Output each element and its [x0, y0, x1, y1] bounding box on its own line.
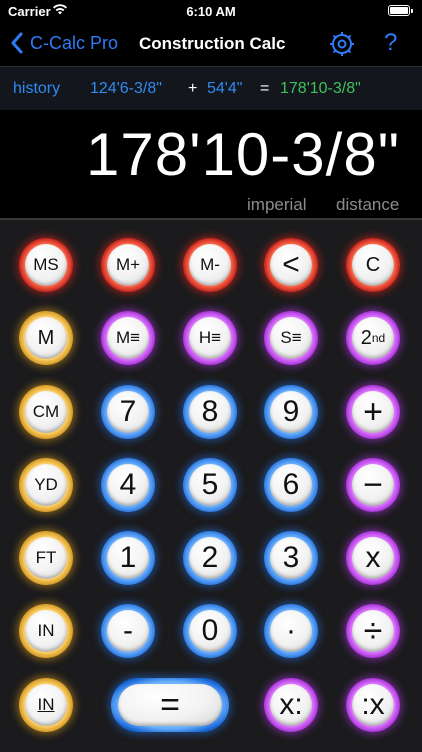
status-bar: Carrier 6:10 AM: [0, 0, 422, 24]
inch-unit-button[interactable]: IN: [19, 604, 73, 658]
history-operand-2: 54'4": [207, 80, 243, 97]
nav-bar: C-Calc Pro Construction Calc ?: [0, 24, 422, 64]
dot-button[interactable]: ·: [264, 604, 318, 658]
yard-unit-button[interactable]: YD: [19, 458, 73, 512]
page-title: Construction Calc: [139, 34, 286, 53]
history-result: 178'10-3/8": [280, 80, 361, 97]
keypad: MS M+ M- < C M M≡ H≡ S≡ 2nd CM 7 8 9 + Y…: [0, 218, 422, 752]
foot-unit-button[interactable]: FT: [19, 531, 73, 585]
equals-button[interactable]: =: [111, 678, 229, 732]
unit-system-label: imperial: [247, 195, 307, 214]
history-list-button[interactable]: H≡: [183, 311, 237, 365]
memory-add-button[interactable]: M+: [101, 238, 155, 292]
battery-icon: [388, 5, 413, 16]
multiply-button[interactable]: x: [346, 531, 400, 585]
digit-1-button[interactable]: 1: [101, 531, 155, 585]
back-button[interactable]: C-Calc Pro: [10, 32, 118, 54]
digit-9-button[interactable]: 9: [264, 385, 318, 439]
mode-label: distance: [336, 195, 400, 214]
ratio-colon-x-button[interactable]: :x: [346, 678, 400, 732]
divide-button[interactable]: ÷: [346, 604, 400, 658]
digit-6-button[interactable]: 6: [264, 458, 318, 512]
ratio-x-colon-button[interactable]: x:: [264, 678, 318, 732]
backspace-button[interactable]: <: [264, 238, 318, 292]
gear-icon[interactable]: [328, 30, 356, 58]
memory-store-button[interactable]: MS: [19, 238, 73, 292]
back-button-label: C-Calc Pro: [30, 32, 119, 53]
digit-4-button[interactable]: 4: [101, 458, 155, 512]
add-button[interactable]: +: [346, 385, 400, 439]
digit-2-button[interactable]: 2: [183, 531, 237, 585]
display-value: 178'10-3/8": [86, 121, 400, 188]
digit-7-button[interactable]: 7: [101, 385, 155, 439]
history-button[interactable]: history: [13, 80, 60, 98]
subtract-button[interactable]: −: [346, 458, 400, 512]
second-function-button[interactable]: 2nd: [346, 311, 400, 365]
clock: 6:10 AM: [186, 4, 236, 19]
history-operator: +: [188, 80, 198, 97]
calculator-display: 178'10-3/8" imperial distance: [0, 110, 422, 218]
help-button[interactable]: ?: [384, 29, 397, 57]
digit-3-button[interactable]: 3: [264, 531, 318, 585]
history-operand-1: 124'6-3/8": [90, 80, 162, 97]
digit-8-button[interactable]: 8: [183, 385, 237, 439]
digit-5-button[interactable]: 5: [183, 458, 237, 512]
chevron-left-icon: [11, 32, 23, 54]
history-equals: =: [260, 80, 270, 97]
dash-button[interactable]: -: [101, 604, 155, 658]
digit-0-button[interactable]: 0: [183, 604, 237, 658]
memory-subtract-button[interactable]: M-: [183, 238, 237, 292]
centimeter-unit-button[interactable]: CM: [19, 385, 73, 439]
settings-list-button[interactable]: S≡: [264, 311, 318, 365]
inch-fraction-button[interactable]: IN: [19, 678, 73, 732]
history-bar: history 124'6-3/8" + 54'4" = 178'10-3/8": [0, 66, 422, 112]
clear-button[interactable]: C: [346, 238, 400, 292]
memory-list-button[interactable]: M≡: [101, 311, 155, 365]
meter-unit-button[interactable]: M: [19, 311, 73, 365]
